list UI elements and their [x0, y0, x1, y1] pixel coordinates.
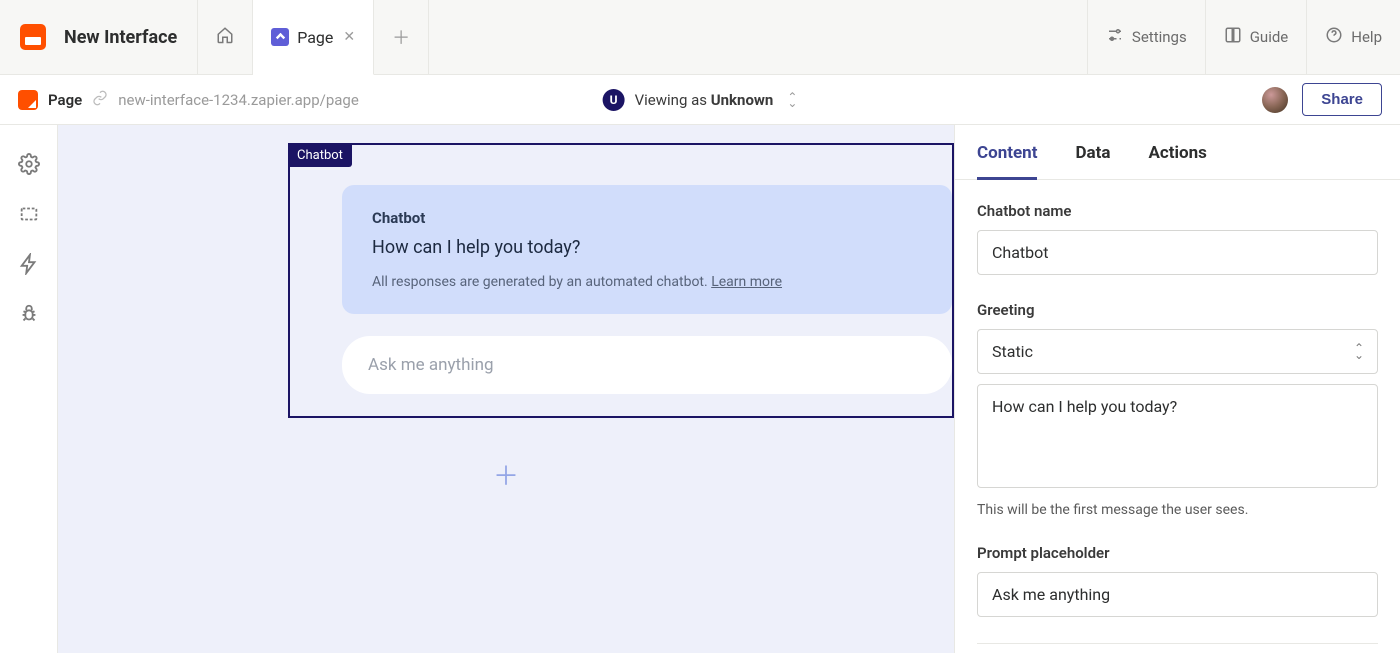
chevron-updown-icon: ⌃⌄ — [787, 94, 797, 106]
user-badge-icon: U — [603, 89, 625, 111]
tab-content[interactable]: Content — [977, 143, 1037, 180]
main: Chatbot Chatbot How can I help you today… — [0, 125, 1400, 653]
panel-body: Chatbot name Greeting ⌃⌄ This will be th… — [955, 180, 1400, 653]
viewbar: Page new-interface-1234.zapier.app/page … — [0, 75, 1400, 125]
help-icon — [1325, 26, 1343, 48]
greeting-help-text: This will be the first message the user … — [977, 502, 1378, 518]
prompt-placeholder-label: Prompt placeholder — [977, 544, 1378, 562]
topbar: New Interface Page ✕ ＋ Settings Guide — [0, 0, 1400, 75]
field-greeting: Greeting ⌃⌄ This will be the first messa… — [977, 301, 1378, 518]
learn-more-link[interactable]: Learn more — [711, 274, 782, 290]
chat-greeting-text: How can I help you today? — [372, 237, 922, 258]
breadcrumb: Page new-interface-1234.zapier.app/page — [18, 90, 359, 110]
help-label: Help — [1351, 28, 1382, 46]
tab-add[interactable]: ＋ — [374, 0, 429, 74]
avatar[interactable] — [1262, 87, 1288, 113]
viewing-as[interactable]: U Viewing as Unknown ⌃⌄ — [603, 89, 798, 111]
field-chatbot-name: Chatbot name — [977, 202, 1378, 275]
tab-home[interactable] — [198, 0, 253, 74]
guide-button[interactable]: Guide — [1205, 0, 1307, 74]
settings-label: Settings — [1132, 28, 1187, 46]
tab-actions[interactable]: Actions — [1148, 143, 1206, 179]
chat-greeting-card: Chatbot How can I help you today? All re… — [342, 185, 952, 314]
greeting-select[interactable]: ⌃⌄ — [977, 329, 1378, 374]
page-icon — [271, 28, 289, 46]
gear-icon[interactable] — [18, 153, 40, 175]
field-prompt-placeholder: Prompt placeholder — [977, 544, 1378, 617]
divider — [977, 643, 1378, 644]
chatbot-name-input[interactable] — [977, 230, 1378, 275]
bolt-icon[interactable] — [18, 253, 40, 275]
chatbot-name-label: Chatbot name — [977, 202, 1378, 220]
prompt-placeholder-input[interactable] — [977, 572, 1378, 617]
right-panel: Content Data Actions Chatbot name Greeti… — [955, 125, 1400, 653]
chat-disclaimer: All responses are generated by an automa… — [372, 274, 922, 290]
canvas[interactable]: Chatbot Chatbot How can I help you today… — [58, 125, 955, 653]
greeting-select-value[interactable] — [977, 329, 1378, 374]
page-crumb-icon — [18, 90, 38, 110]
panel-tabs: Content Data Actions — [955, 125, 1400, 180]
tab-page-label: Page — [297, 28, 333, 47]
tab-data[interactable]: Data — [1075, 143, 1110, 179]
guide-label: Guide — [1250, 28, 1289, 46]
close-icon[interactable]: ✕ — [343, 29, 355, 45]
topbar-left: New Interface — [0, 0, 198, 74]
settings-icon — [1106, 26, 1124, 48]
greeting-label: Greeting — [977, 301, 1378, 319]
plus-icon: ＋ — [392, 24, 410, 50]
share-button[interactable]: Share — [1302, 83, 1382, 116]
crumb-page[interactable]: Page — [48, 91, 82, 109]
tab-page[interactable]: Page ✕ — [253, 0, 374, 75]
link-icon — [92, 90, 108, 110]
layout-icon[interactable] — [18, 203, 40, 225]
chat-input-placeholder: Ask me anything — [368, 355, 494, 375]
viewbar-right: Share — [1262, 83, 1382, 116]
app-title: New Interface — [64, 27, 177, 48]
chatbot-component[interactable]: Chatbot Chatbot How can I help you today… — [288, 143, 954, 418]
bug-icon[interactable] — [18, 303, 40, 325]
topbar-right: Settings Guide Help — [1087, 0, 1400, 74]
add-component-button[interactable]: ＋ — [493, 456, 519, 493]
component-tag: Chatbot — [288, 144, 352, 167]
left-rail — [0, 125, 58, 653]
app-logo-icon — [20, 24, 46, 50]
settings-button[interactable]: Settings — [1087, 0, 1205, 74]
page-url[interactable]: new-interface-1234.zapier.app/page — [118, 91, 359, 109]
help-button[interactable]: Help — [1306, 0, 1400, 74]
greeting-textarea[interactable] — [977, 384, 1378, 488]
home-icon — [216, 26, 234, 48]
chat-title: Chatbot — [372, 209, 922, 227]
chat-input[interactable]: Ask me anything — [342, 336, 952, 394]
book-icon — [1224, 26, 1242, 48]
viewing-as-text: Viewing as Unknown — [635, 91, 774, 109]
